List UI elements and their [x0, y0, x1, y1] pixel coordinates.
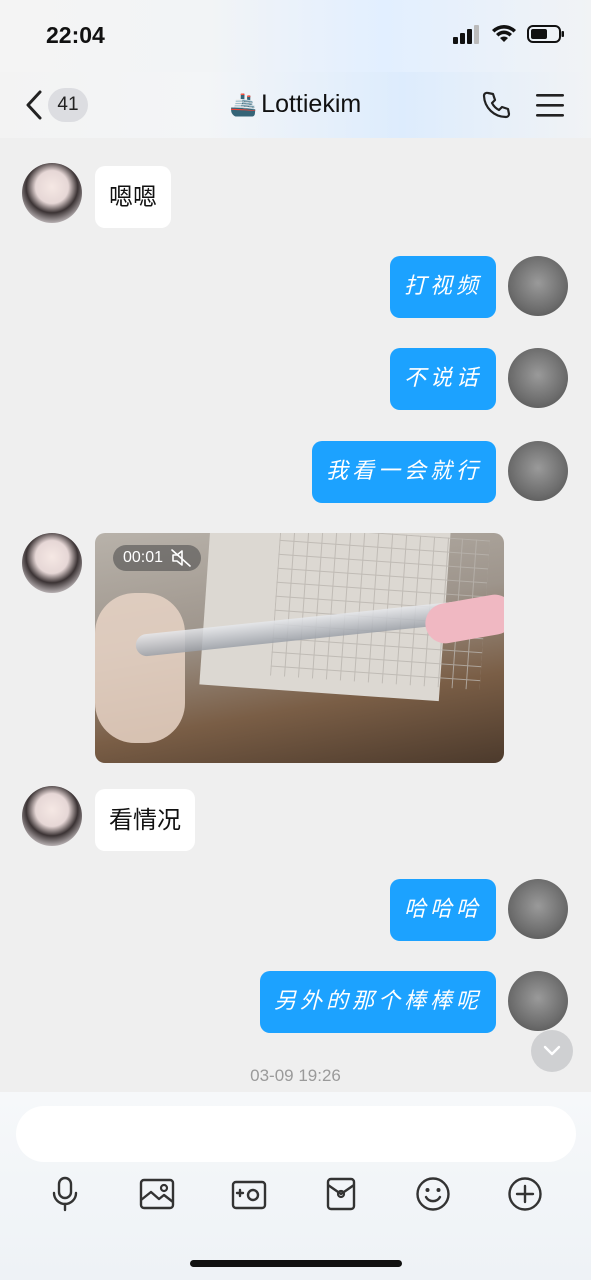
contact-avatar[interactable] [22, 533, 82, 593]
status-bar: 22:04 [0, 0, 591, 72]
ship-icon: 🚢 [229, 92, 258, 117]
microphone-icon [52, 1176, 78, 1212]
plus-icon [508, 1177, 542, 1211]
video-message[interactable]: 00:01 [95, 533, 504, 763]
message-bubble[interactable]: 嗯嗯 [95, 166, 171, 228]
composer [0, 1092, 591, 1280]
muted-icon[interactable] [171, 549, 191, 567]
camera-button[interactable] [229, 1172, 269, 1216]
image-icon [139, 1178, 175, 1210]
message-bubble[interactable]: 打视频 [389, 256, 496, 318]
message-timestamp: 03-09 19:26 [250, 1066, 341, 1085]
red-packet-button[interactable] [321, 1172, 361, 1216]
message-bubble[interactable]: 我看一会就行 [311, 441, 496, 503]
my-avatar[interactable] [508, 441, 568, 501]
my-avatar[interactable] [508, 256, 568, 316]
video-frame-hand [95, 593, 185, 743]
photo-button[interactable] [137, 1172, 177, 1216]
phone-icon[interactable] [481, 90, 511, 120]
battery-icon [527, 25, 564, 43]
nav-bar: 41 🚢 Lottiekim [0, 72, 591, 138]
emoji-button[interactable] [413, 1172, 453, 1216]
contact-avatar[interactable] [22, 786, 82, 846]
menu-icon[interactable] [535, 92, 565, 118]
video-duration-text: 00:01 [123, 549, 164, 566]
my-avatar[interactable] [508, 879, 568, 939]
red-packet-icon [326, 1177, 356, 1211]
more-button[interactable] [505, 1172, 545, 1216]
video-duration: 00:01 [113, 545, 202, 571]
signal-icon [453, 25, 479, 44]
contact-avatar[interactable] [22, 163, 82, 223]
nav-actions [481, 90, 565, 120]
message-input[interactable] [16, 1106, 576, 1162]
status-icons [453, 24, 565, 44]
message-bubble[interactable]: 不说话 [389, 348, 496, 410]
contact-name: Lottiekim [261, 90, 362, 118]
message-bubble[interactable]: 看情况 [95, 789, 195, 851]
composer-toolbar [0, 1172, 591, 1216]
voice-button[interactable] [45, 1172, 85, 1216]
message-bubble[interactable]: 哈哈哈 [389, 879, 496, 941]
camera-icon [231, 1180, 267, 1210]
message-bubble[interactable]: 另外的那个棒棒呢 [259, 971, 496, 1033]
home-indicator[interactable] [190, 1260, 402, 1267]
my-avatar[interactable] [508, 348, 568, 408]
my-avatar[interactable] [508, 971, 568, 1031]
wifi-icon [492, 25, 516, 42]
chevron-down-icon [543, 1045, 561, 1056]
emoji-icon [416, 1177, 450, 1211]
status-time: 22:04 [46, 22, 105, 48]
